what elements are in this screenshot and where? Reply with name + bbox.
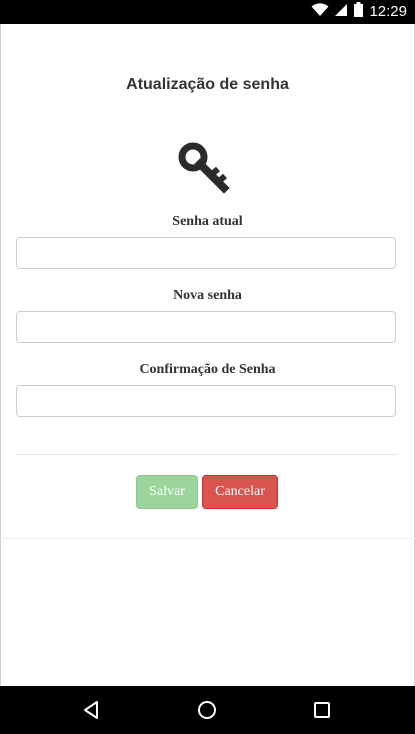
home-icon[interactable] [195, 698, 219, 722]
save-button[interactable]: Salvar [136, 475, 198, 509]
status-time: 12:29 [369, 3, 407, 20]
recents-icon[interactable] [310, 698, 334, 722]
form-divider [16, 454, 398, 455]
page-title: Atualização de senha [126, 76, 289, 93]
battery-icon [354, 2, 364, 22]
back-icon[interactable] [80, 698, 104, 722]
wifi-icon [311, 2, 329, 22]
current-password-field[interactable] [16, 237, 396, 269]
content-bottom-divider [0, 538, 415, 539]
cell-signal-icon [335, 3, 348, 22]
status-icons: 12:29 [311, 2, 407, 22]
key-icon [178, 142, 232, 194]
status-bar: 12:29 [0, 0, 415, 24]
cancel-button[interactable]: Cancelar [202, 475, 278, 509]
confirm-password-label: Confirmação de Senha [139, 362, 276, 377]
new-password-field[interactable] [16, 311, 396, 343]
navigation-bar [0, 686, 415, 734]
current-password-label: Senha atual [172, 214, 243, 229]
confirm-password-field[interactable] [16, 385, 396, 417]
new-password-label: Nova senha [173, 288, 242, 303]
